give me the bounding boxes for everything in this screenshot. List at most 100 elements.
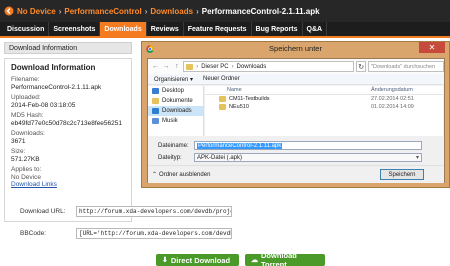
tab-discussion[interactable]: Discussion [3,22,50,36]
download-links-link[interactable]: Download Links [11,181,125,189]
chevron-down-icon: ▾ [415,155,419,161]
tab-qa[interactable]: Q&A [303,22,328,36]
forward-icon[interactable]: → [162,62,171,71]
nav-item-music[interactable]: Musik [148,116,203,126]
direct-download-button[interactable]: ⬇ Direct Download [156,254,239,266]
path-downloads[interactable]: Downloads [237,64,267,70]
navigation-pane: Desktop Dokumente Downloads Musik [148,86,204,136]
filename-row: Dateiname: PerformanceControl-2.1.11.apk [158,141,422,150]
column-name-header[interactable]: Name [205,87,371,93]
filename-input[interactable]: PerformanceControl-2.1.11.apk [194,141,422,150]
breadcrumb-separator: › [58,6,62,16]
filetype-value: APK-Datei (.apk) [197,155,243,161]
filetype-row: Dateityp: APK-Datei (.apk) ▾ [158,153,422,162]
breadcrumb-performancecontrol[interactable]: PerformanceControl [64,7,141,16]
save-button[interactable]: Speichern [380,169,424,180]
path-chevron-icon: › [231,63,234,70]
address-row: ← → ↑ › Dieser PC › Downloads ↻ "Downloa… [148,59,444,74]
address-bar[interactable]: › Dieser PC › Downloads [183,61,355,72]
breadcrumb-downloads[interactable]: Downloads [150,7,193,16]
tab-feature-requests[interactable]: Feature Requests [184,22,252,36]
download-buttons: ⬇ Direct Download ☁ Download Torrent [156,251,325,266]
filetype-select[interactable]: APK-Datei (.apk) ▾ [194,153,422,162]
cloud-download-icon: ☁ [251,257,258,264]
file-list: Name Änderungsdatum CM11-Testbuilds 27.0… [205,86,443,136]
downloads-count: 3671 [11,137,26,145]
filename-selected-text: PerformanceControl-2.1.11.apk [197,143,283,149]
column-date-header[interactable]: Änderungsdatum [371,87,441,93]
breadcrumb-no-device[interactable]: No Device [17,7,56,16]
path-this-pc[interactable]: Dieser PC [201,64,228,70]
bbcode-label: BBCode: [20,230,47,237]
tab-bug-reports[interactable]: Bug Reports [252,22,303,36]
downloads-label: Downloads: [11,130,45,137]
music-icon [152,118,159,124]
download-torrent-label: Download Torrent [261,251,297,266]
direct-download-label: Direct Download [170,255,231,265]
size-label: Size: [11,148,26,155]
size-value: 571.27KB [11,155,40,163]
uploaded-value: 2014-Feb-08 03:18:05 [11,101,76,109]
file-date: 01.02.2014 14:09 [371,104,414,110]
file-name-cell: NEu510 [205,104,371,110]
file-row[interactable]: NEu510 01.02.2014 14:09 [205,103,443,111]
nav-item-desktop[interactable]: Desktop [148,86,203,96]
up-icon[interactable]: ↑ [172,62,181,71]
page-header: No Device › PerformanceControl › Downloa… [0,0,450,22]
breadcrumb-separator: › [144,6,148,16]
download-url-row: Download URL: http://forum.xda-developer… [20,206,232,217]
save-as-dialog: Speichern unter ✕ ← → ↑ › Dieser PC › Do… [141,41,450,188]
filename-label: Filename: [11,76,40,83]
download-url-label: Download URL: [20,208,66,215]
nav-item-downloads[interactable]: Downloads [148,106,203,116]
dialog-titlebar[interactable]: Speichern unter ✕ [142,42,449,56]
back-icon[interactable]: ← [151,62,160,71]
file-date: 27.02.2014 02:51 [371,96,414,102]
tab-screenshots[interactable]: Screenshots [49,22,101,36]
bbcode-field[interactable]: [URL='http://forum.xda-developers.com/de… [76,228,232,239]
dialog-close-button[interactable]: ✕ [419,42,445,53]
panel-heading: Download Information [4,42,132,54]
path-chevron-icon: › [196,63,199,70]
md5-value: eb49fd77e0c50d78c2c713e8fee56251 [11,119,122,127]
refresh-icon[interactable]: ↻ [356,61,367,72]
command-bar: Organisieren ▾ Neuer Ordner [148,74,444,85]
download-info-panel: Download Information Download Informatio… [4,42,132,222]
tab-downloads[interactable]: Downloads [100,22,147,36]
organize-menu[interactable]: Organisieren ▾ [154,76,193,83]
dateiname-label: Dateiname: [158,142,189,149]
new-folder-button[interactable]: Neuer Ordner [203,76,240,82]
search-input[interactable]: "Downloads" durchsuchen [368,61,444,72]
dateityp-label: Dateityp: [158,154,182,161]
applies-label: Applies to: [11,166,42,173]
download-icon: ⬇ [162,257,168,264]
dialog-body: ← → ↑ › Dieser PC › Downloads ↻ "Downloa… [147,58,445,183]
download-torrent-button[interactable]: ☁ Download Torrent [245,251,325,266]
file-name: NEu510 [229,104,249,110]
nav-item-documents[interactable]: Dokumente [148,96,203,106]
download-url-field[interactable]: http://forum.xda-developers.com/devdb/pr… [76,206,232,217]
folder-icon [219,96,226,102]
file-row[interactable]: CM11-Testbuilds 27.02.2014 02:51 [205,95,443,103]
breadcrumb: No Device › PerformanceControl › Downloa… [4,4,320,18]
nav-item-label: Downloads [162,108,192,114]
desktop-icon [152,88,159,94]
filename-value: PerformanceControl-2.1.11.apk [11,83,102,91]
dialog-title: Speichern unter [269,44,322,53]
nav-item-label: Desktop [162,88,185,94]
breadcrumb-current-file: PerformanceControl-2.1.11.apk [201,6,320,16]
download-info-box: Download Information Filename: Performan… [4,58,132,222]
dialog-footer: ⌃ Ordner ausblenden Speichern [148,165,444,183]
back-arrow-icon[interactable] [4,6,14,16]
folder-icon [186,63,194,70]
tab-reviews[interactable]: Reviews [147,22,184,36]
file-list-headers: Name Änderungsdatum [205,86,443,95]
file-name-cell: CM11-Testbuilds [205,96,371,102]
hide-folders-label: Ordner ausblenden [159,171,211,178]
documents-icon [152,98,159,104]
nav-item-label: Musik [162,118,178,124]
info-title: Download Information [11,63,96,72]
downloads-icon [152,108,159,114]
file-name: CM11-Testbuilds [229,96,270,102]
hide-folders-toggle[interactable]: ⌃ Ordner ausblenden [152,171,211,179]
